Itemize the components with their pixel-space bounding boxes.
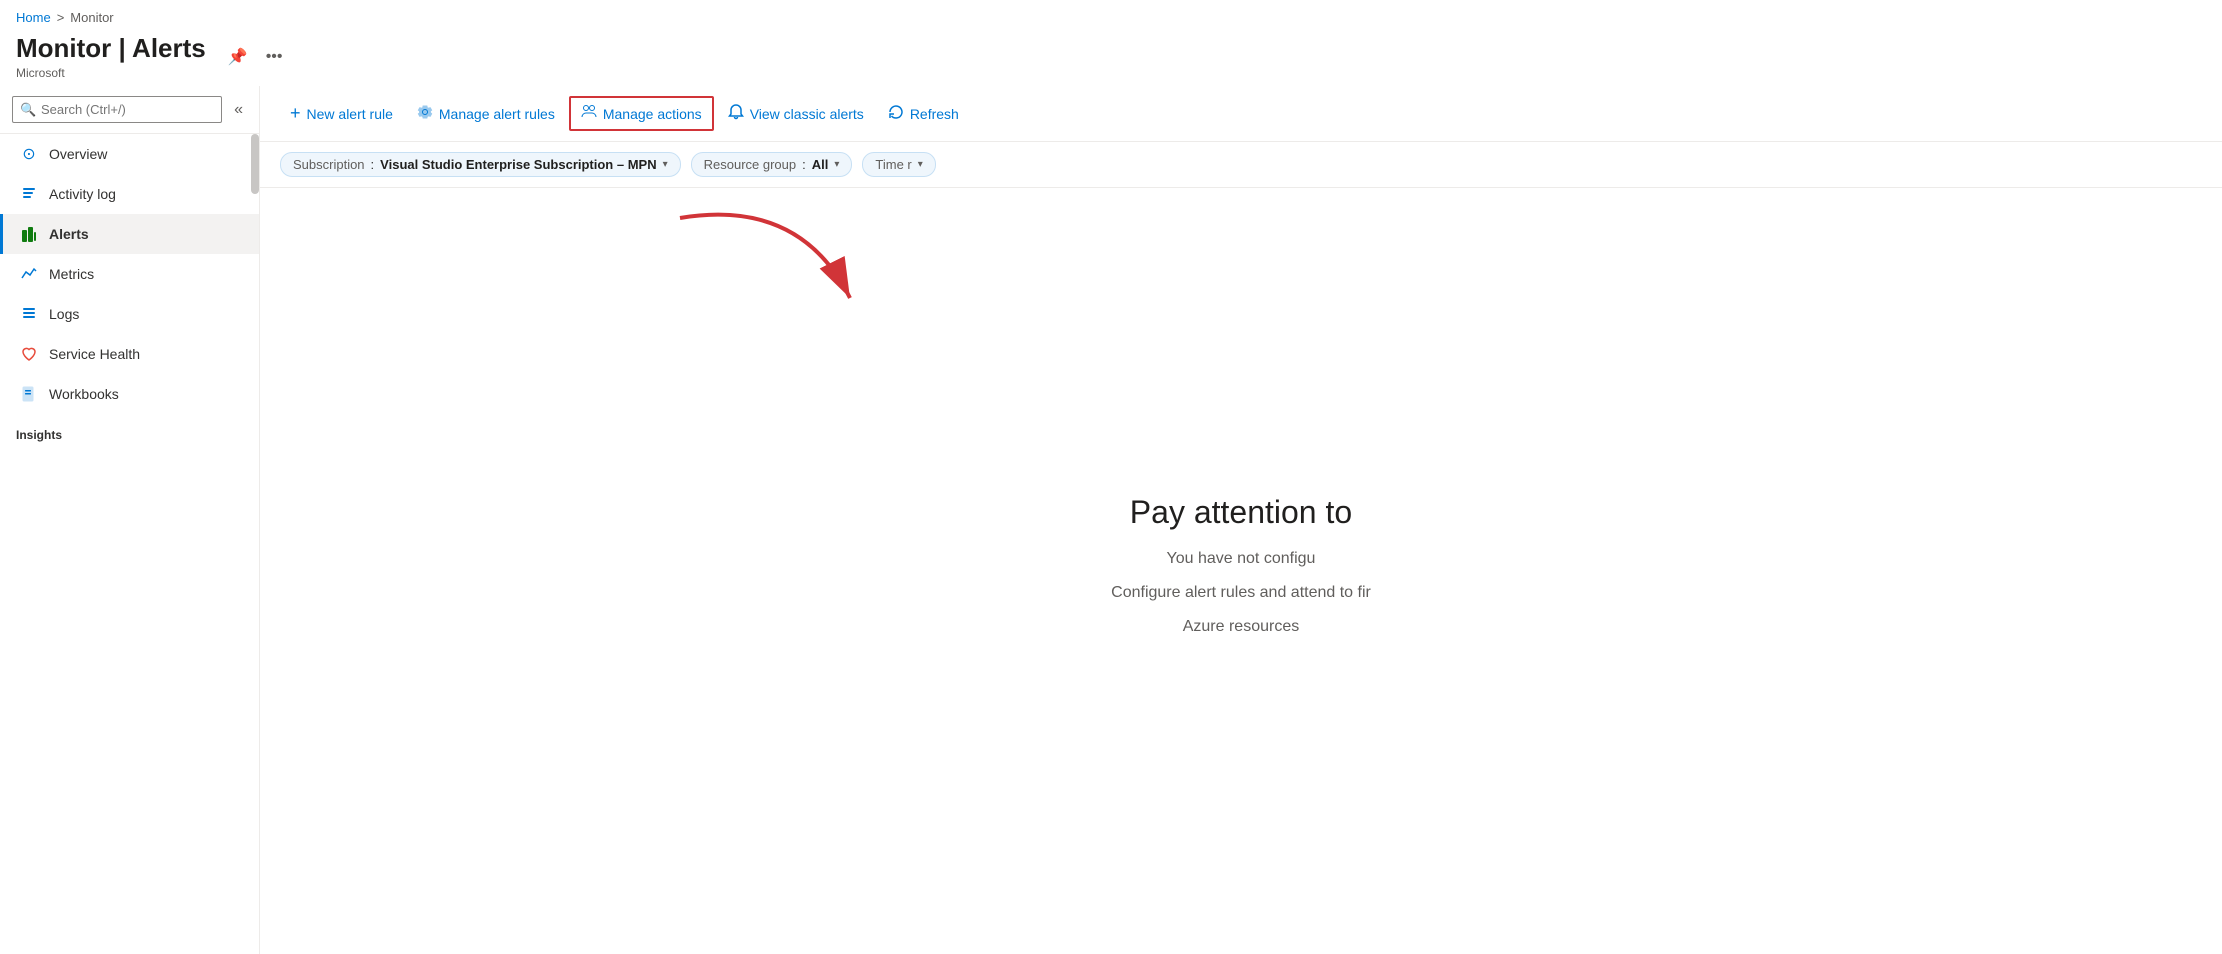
content-area: + New alert rule Manage alert rules Mana… — [260, 86, 2222, 954]
new-alert-rule-button[interactable]: + New alert rule — [280, 97, 403, 130]
sidebar-item-label-alerts: Alerts — [49, 226, 89, 242]
resource-group-filter-label: Resource group — [704, 157, 797, 172]
alerts-icon — [19, 224, 39, 244]
insights-section-label: Insights — [0, 414, 259, 446]
page-title: Monitor | Alerts — [16, 33, 206, 64]
gear-icon — [417, 104, 433, 123]
logs-icon — [19, 304, 39, 324]
sidebar-item-activity-log[interactable]: Activity log — [0, 174, 259, 214]
empty-state-line1: You have not configu — [1111, 547, 1371, 571]
subscription-filter-label: Subscription — [293, 157, 365, 172]
resource-group-filter[interactable]: Resource group : All ▾ — [691, 152, 853, 177]
breadcrumb-separator: > — [57, 10, 65, 25]
workbooks-icon — [19, 384, 39, 404]
sidebar-item-alerts[interactable]: Alerts — [0, 214, 259, 254]
collapse-button[interactable]: « — [230, 97, 247, 123]
pin-button[interactable]: 📌 — [224, 43, 252, 71]
empty-state-line2: Configure alert rules and attend to fir — [1111, 581, 1371, 605]
search-icon: 🔍 — [20, 102, 36, 118]
empty-state-line3: Azure resources — [1111, 615, 1371, 639]
breadcrumb: Home > Monitor — [0, 0, 2222, 29]
main-layout: 🔍 « ⊙ Overview Activity log Alerts — [0, 86, 2222, 954]
page-subtitle: Microsoft — [16, 66, 206, 80]
main-content: Pay attention to You have not configu Co… — [260, 188, 2222, 954]
sidebar-item-logs[interactable]: Logs — [0, 294, 259, 334]
new-alert-rule-label: New alert rule — [307, 106, 393, 122]
time-range-filter-label: Time r — [875, 157, 911, 172]
view-classic-alerts-button[interactable]: View classic alerts — [718, 98, 874, 129]
manage-actions-label: Manage actions — [603, 106, 702, 122]
annotation-arrow — [260, 188, 2222, 408]
chevron-down-icon: ▾ — [663, 159, 668, 170]
manage-alert-rules-label: Manage alert rules — [439, 106, 555, 122]
manage-actions-icon — [581, 104, 597, 123]
refresh-icon — [888, 104, 904, 123]
overview-icon: ⊙ — [19, 144, 39, 164]
subscription-filter-value: Visual Studio Enterprise Subscription – … — [380, 157, 656, 172]
header-icons: 📌 ••• — [224, 43, 287, 71]
sidebar-search-bar: 🔍 « — [0, 86, 259, 134]
sidebar-item-overview[interactable]: ⊙ Overview — [0, 134, 259, 174]
sidebar-item-label-activity-log: Activity log — [49, 186, 116, 202]
page-header: Monitor | Alerts Microsoft 📌 ••• — [0, 29, 2222, 86]
activity-log-icon — [19, 184, 39, 204]
breadcrumb-home[interactable]: Home — [16, 10, 51, 25]
sidebar-item-label-workbooks: Workbooks — [49, 386, 119, 402]
toolbar: + New alert rule Manage alert rules Mana… — [260, 86, 2222, 142]
refresh-button[interactable]: Refresh — [878, 98, 969, 129]
service-health-icon — [19, 344, 39, 364]
manage-alert-rules-button[interactable]: Manage alert rules — [407, 98, 565, 129]
plus-icon: + — [290, 103, 301, 124]
chevron-down-icon-rg: ▾ — [834, 159, 839, 170]
bell-icon — [728, 104, 744, 123]
sidebar-item-label-overview: Overview — [49, 146, 107, 162]
sidebar-item-workbooks[interactable]: Workbooks — [0, 374, 259, 414]
manage-actions-button[interactable]: Manage actions — [569, 96, 714, 131]
view-classic-alerts-label: View classic alerts — [750, 106, 864, 122]
search-input[interactable] — [12, 96, 222, 123]
filter-bar: Subscription : Visual Studio Enterprise … — [260, 142, 2222, 188]
empty-state: Pay attention to You have not configu Co… — [1111, 494, 1371, 649]
time-range-filter[interactable]: Time r ▾ — [862, 152, 935, 177]
sidebar-nav: ⊙ Overview Activity log Alerts Metrics — [0, 134, 259, 954]
sidebar-item-service-health[interactable]: Service Health — [0, 334, 259, 374]
sidebar-item-metrics[interactable]: Metrics — [0, 254, 259, 294]
sidebar: 🔍 « ⊙ Overview Activity log Alerts — [0, 86, 260, 954]
empty-state-title: Pay attention to — [1111, 494, 1371, 531]
metrics-icon — [19, 264, 39, 284]
refresh-label: Refresh — [910, 106, 959, 122]
subscription-filter[interactable]: Subscription : Visual Studio Enterprise … — [280, 152, 681, 177]
resource-group-filter-value: All — [812, 157, 829, 172]
chevron-down-icon-time: ▾ — [918, 159, 923, 170]
more-button[interactable]: ••• — [262, 44, 287, 70]
breadcrumb-current: Monitor — [70, 10, 113, 25]
sidebar-item-label-logs: Logs — [49, 306, 79, 322]
sidebar-item-label-service-health: Service Health — [49, 346, 140, 362]
sidebar-scrollbar[interactable] — [251, 134, 259, 194]
sidebar-item-label-metrics: Metrics — [49, 266, 94, 282]
